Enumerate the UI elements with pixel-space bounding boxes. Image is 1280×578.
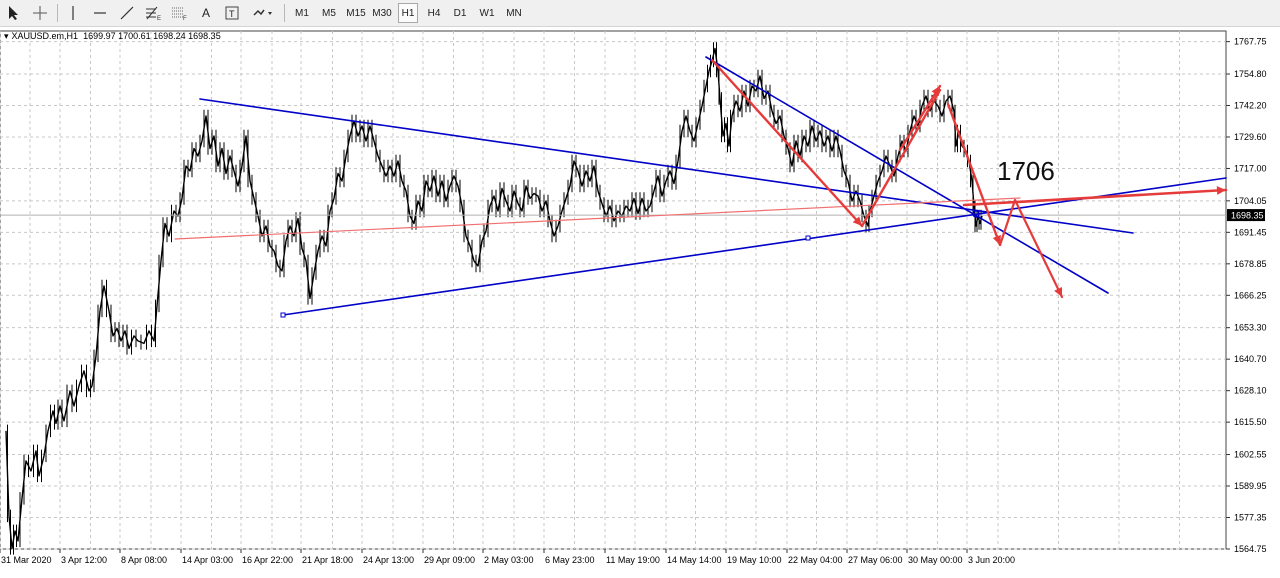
price-tick-label: 1589.95: [1234, 481, 1267, 491]
time-tick-label: 22 May 04:00: [788, 555, 843, 565]
text-label-icon: T: [225, 6, 239, 20]
price-tick-label: 1729.60: [1234, 132, 1267, 142]
time-tick-label: 24 Apr 13:00: [363, 555, 414, 565]
price-tick-label: 1704.05: [1234, 196, 1267, 206]
price-tick-label: 1717.00: [1234, 163, 1267, 173]
price-tick-label: 1767.75: [1234, 37, 1267, 47]
cursor-tool-button[interactable]: [5, 3, 23, 23]
time-tick-label: 2 May 03:00: [484, 555, 534, 565]
symbol-info: ▾ XAUUSD.em,H1 1699.97 1700.61 1698.24 16…: [4, 31, 221, 42]
text-tool-label: A: [201, 6, 210, 20]
trendline-handle[interactable]: [280, 312, 286, 318]
current-price-label: 1698.35: [1231, 211, 1264, 221]
timeframe-d1-button[interactable]: D1: [450, 3, 470, 23]
time-tick-label: 3 Jun 20:00: [968, 555, 1015, 565]
grid-tool-button[interactable]: F: [169, 3, 189, 23]
price-tick-label: 1577.35: [1234, 513, 1267, 523]
price-tick-label: 1615.50: [1234, 417, 1267, 427]
price-tick-label: 1602.55: [1234, 450, 1267, 460]
chart-canvas[interactable]: 1767.75 1754.80 1742.20 1729.60 1717.00 1704.…: [0, 27, 1280, 573]
symbol-ohlc: 1699.97 1700.61 1698.24 1698.35: [83, 31, 221, 41]
time-tick-label: 29 Apr 09:00: [424, 555, 475, 565]
cursor-icon: [9, 6, 18, 20]
timeframe-m30-button[interactable]: M30: [370, 3, 394, 23]
text-tool-button[interactable]: A: [196, 3, 216, 23]
time-tick-label: 6 May 23:00: [545, 555, 595, 565]
fibonacci-icon: E: [146, 6, 161, 21]
time-tick-label: 30 May 00:00: [908, 555, 963, 565]
time-tick-label: 16 Apr 22:00: [242, 555, 293, 565]
shapes-icon: [253, 9, 272, 16]
time-tick-label: 3 Apr 12:00: [61, 555, 107, 565]
price-tick-label: 1653.30: [1234, 323, 1267, 333]
timeframe-h1-button[interactable]: H1: [398, 3, 418, 23]
price-tick-label: 1742.20: [1234, 100, 1267, 110]
price-annotation[interactable]: 1706: [997, 156, 1055, 187]
toolbar-separator: [284, 4, 285, 22]
price-tick-label: 1564.75: [1234, 544, 1267, 554]
timeframe-m15-button[interactable]: M15: [344, 3, 368, 23]
horizontal-line-tool-button[interactable]: [90, 3, 110, 23]
svg-text:T: T: [229, 9, 235, 19]
timeframe-h4-button[interactable]: H4: [424, 3, 444, 23]
time-tick-label: 14 May 14:00: [667, 555, 722, 565]
vertical-line-tool-button[interactable]: [64, 3, 82, 23]
trendline-tool-button[interactable]: [117, 3, 137, 23]
timeframe-m1-button[interactable]: M1: [291, 3, 313, 23]
timeframe-w1-button[interactable]: W1: [477, 3, 497, 23]
time-tick-label: 14 Apr 03:00: [182, 555, 233, 565]
toolbar-separator: [57, 4, 58, 22]
time-tick-label: 11 May 19:00: [606, 555, 660, 565]
price-tick-label: 1678.85: [1234, 259, 1267, 269]
svg-text:E: E: [157, 16, 161, 21]
grid-icon: F: [172, 7, 187, 21]
drawing-toolbar: E F A T M1 M5 M15 M30 H1 H4 D1 W1 MN: [0, 0, 1280, 27]
trendline-handle[interactable]: [805, 235, 811, 241]
price-tick-label: 1628.10: [1234, 386, 1267, 396]
price-tick-label: 1640.70: [1234, 354, 1267, 364]
vertical-line-icon: [72, 6, 74, 20]
shapes-tool-button[interactable]: [249, 3, 277, 23]
price-tick-label: 1754.80: [1234, 69, 1267, 79]
horizontal-line-icon: [94, 12, 106, 14]
crosshair-icon: [33, 6, 47, 20]
time-tick-label: 8 Apr 08:00: [121, 555, 167, 565]
time-tick-label: 27 May 06:00: [848, 555, 903, 565]
symbol-name: XAUUSD.em,H1: [11, 31, 79, 41]
crosshair-tool-button[interactable]: [30, 3, 50, 23]
fibonacci-tool-button[interactable]: E: [143, 3, 163, 23]
price-chart[interactable]: 1767.75 1754.80 1742.20 1729.60 1717.00 1704.…: [0, 27, 1280, 573]
text-label-tool-button[interactable]: T: [222, 3, 242, 23]
svg-text:F: F: [183, 16, 187, 21]
dropdown-triangle-icon[interactable]: ▾: [4, 31, 9, 42]
time-tick-label: 31 Mar 2020: [1, 555, 52, 565]
timeframe-m5-button[interactable]: M5: [318, 3, 340, 23]
price-tick-label: 1666.25: [1234, 290, 1267, 300]
price-tick-label: 1691.45: [1234, 227, 1267, 237]
trendline-icon: [120, 6, 134, 20]
timeframe-mn-button[interactable]: MN: [503, 3, 525, 23]
time-tick-label: 19 May 10:00: [727, 555, 782, 565]
time-tick-label: 21 Apr 18:00: [302, 555, 353, 565]
